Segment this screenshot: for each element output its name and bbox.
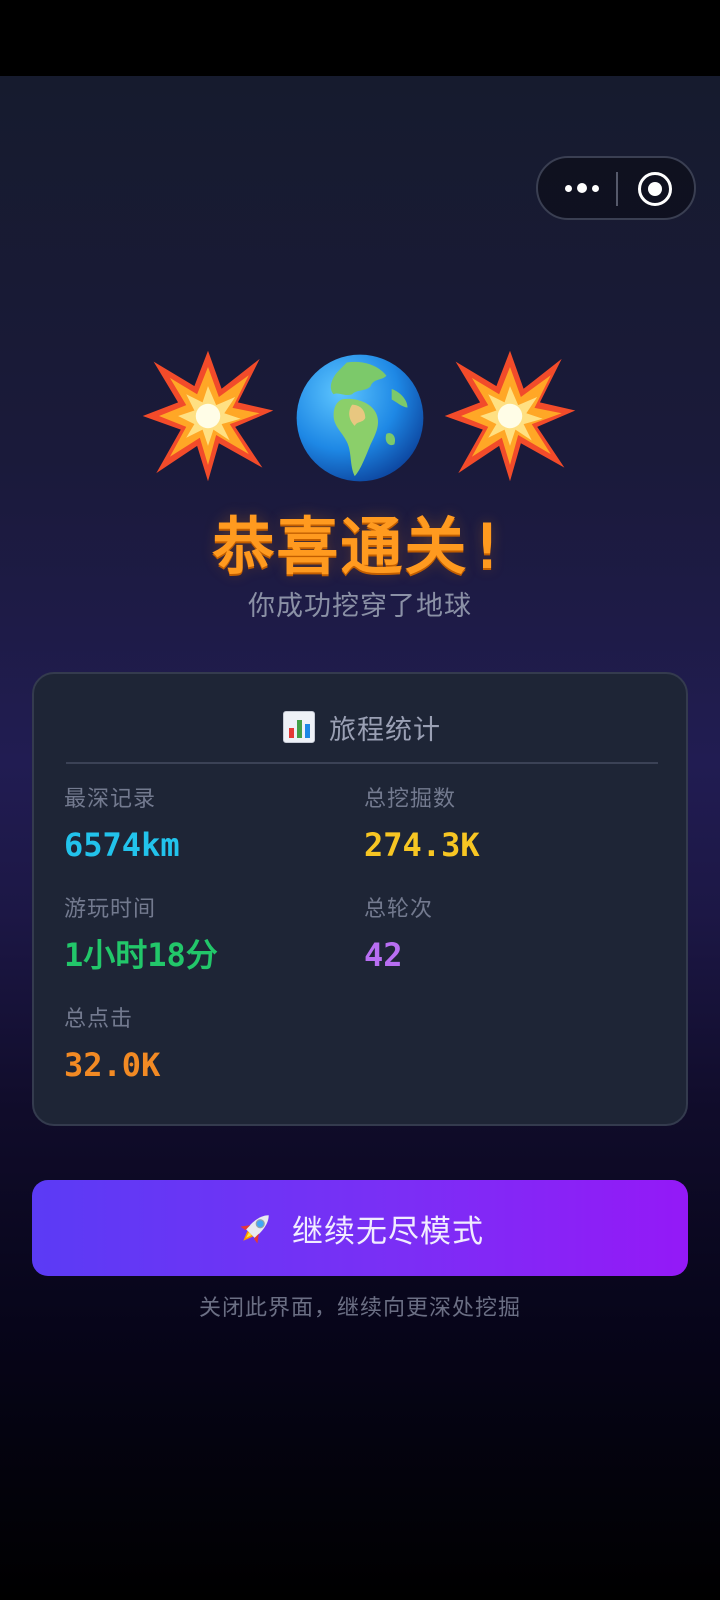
stats-card-header: 旅程统计 [66, 692, 658, 764]
stat-value: 1小时18分 [64, 936, 218, 974]
continue-endless-label: 继续无尽模式 [292, 1213, 484, 1250]
stat-label: 游玩时间 [64, 897, 157, 922]
status-bar [0, 0, 720, 76]
victory-subtitle: 你成功挖穿了地球 [248, 591, 472, 622]
stat-label: 总点击 [64, 1007, 134, 1032]
stat-value: 32.0K [64, 1046, 161, 1084]
target-circle-icon[interactable] [638, 172, 672, 206]
stat-total-dug: 总挖掘数 274.3K [364, 784, 480, 868]
victory-title: 恭喜通关! [212, 510, 508, 583]
continue-endless-button[interactable]: 继续无尽模式 [32, 1180, 688, 1276]
stat-play-time: 游玩时间 1小时18分 [64, 894, 218, 978]
mini-program-capsule [536, 156, 696, 220]
more-dots-icon[interactable] [560, 158, 604, 218]
stat-deepest-record: 最深记录 6574km [64, 784, 180, 868]
stat-label: 总轮次 [364, 897, 434, 922]
stat-label: 最深记录 [64, 787, 157, 812]
close-hint-text[interactable]: 关闭此界面，继续向更深处挖掘 [0, 1290, 720, 1322]
hero-emoji-row [140, 348, 580, 488]
earth-globe-icon [296, 354, 424, 482]
rocket-icon [240, 1215, 269, 1244]
stat-value: 6574km [64, 826, 180, 864]
collision-icon [142, 350, 274, 482]
stat-value: 274.3K [364, 826, 480, 864]
stat-label: 总挖掘数 [364, 787, 457, 812]
stat-total-clicks: 总点击 32.0K [64, 1004, 160, 1088]
collision-icon [444, 350, 576, 482]
stats-card-title: 旅程统计 [329, 714, 441, 746]
bar-chart-icon [283, 711, 315, 743]
journey-stats-card: 旅程统计 最深记录 6574km 总挖掘数 274.3K 游玩时间 1小时18分… [32, 672, 688, 1126]
capsule-divider [616, 172, 618, 206]
victory-screen: 恭喜通关! 你成功挖穿了地球 旅程统计 最深记录 6574km 总挖掘数 274… [0, 76, 720, 1600]
stat-value: 42 [364, 936, 403, 974]
stat-total-rounds: 总轮次 42 [364, 894, 433, 978]
